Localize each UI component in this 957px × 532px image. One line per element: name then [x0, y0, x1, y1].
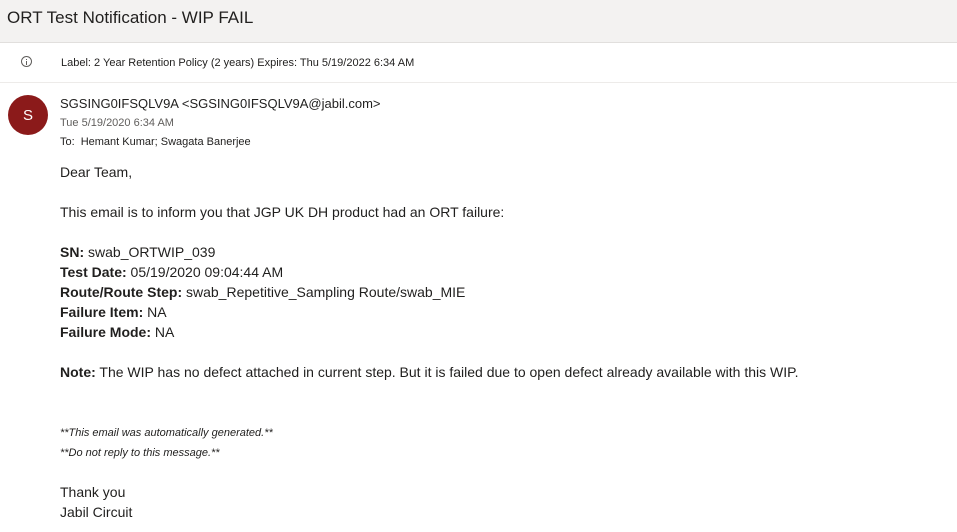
greeting: Dear Team,: [60, 164, 133, 180]
intro-text: This email is to inform you that JGP UK …: [60, 204, 505, 220]
field-sn: SN: swab_ORTWIP_039: [60, 244, 215, 260]
retention-policy-bar: Label: 2 Year Retention Policy (2 years)…: [0, 43, 957, 83]
field-test-date: Test Date: 05/19/2020 09:04:44 AM: [60, 264, 283, 280]
field-value: NA: [154, 324, 175, 340]
closing: Thank you: [60, 484, 126, 500]
note-text: The WIP has no defect attached in curren…: [99, 364, 799, 380]
email-subject: ORT Test Notification - WIP FAIL: [7, 8, 254, 27]
subject-bar: ORT Test Notification - WIP FAIL: [0, 0, 957, 43]
do-not-reply-notice: **Do not reply to this message.**: [60, 447, 220, 459]
field-label: SN:: [60, 244, 85, 260]
note-line: Note: The WIP has no defect attached in …: [60, 364, 799, 380]
field-route-step: Route/Route Step: swab_Repetitive_Sampli…: [60, 284, 465, 300]
field-value: NA: [147, 304, 167, 320]
field-label: Test Date:: [60, 264, 127, 280]
recipients-line: To: Hemant Kumar; Swagata Banerjee: [60, 136, 251, 148]
note-label: Note:: [60, 364, 96, 380]
retention-label: Label: 2 Year Retention Policy (2 years)…: [61, 57, 415, 69]
signature: Jabil Circuit: [60, 504, 133, 520]
sender-avatar[interactable]: S: [8, 95, 48, 135]
info-icon[interactable]: [21, 56, 32, 67]
avatar-initial: S: [22, 106, 33, 124]
field-failure-item: Failure Item: NA: [60, 304, 167, 320]
sender-name[interactable]: SGSING0IFSQLV9A <SGSING0IFSQLV9A@jabil.c…: [60, 96, 381, 111]
field-label: Failure Item:: [60, 304, 144, 320]
field-label: Route/Route Step:: [60, 284, 183, 300]
to-label: To:: [60, 136, 75, 148]
auto-generated-notice: **This email was automatically generated…: [60, 427, 273, 439]
field-value: swab_Repetitive_Sampling Route/swab_MIE: [186, 284, 466, 300]
field-value: swab_ORTWIP_039: [88, 244, 216, 260]
field-value: 05/19/2020 09:04:44 AM: [130, 264, 284, 280]
field-failure-mode: Failure Mode: NA: [60, 324, 174, 340]
sent-date: Tue 5/19/2020 6:34 AM: [60, 117, 174, 129]
to-recipients[interactable]: Hemant Kumar; Swagata Banerjee: [81, 136, 251, 148]
field-label: Failure Mode:: [60, 324, 152, 340]
